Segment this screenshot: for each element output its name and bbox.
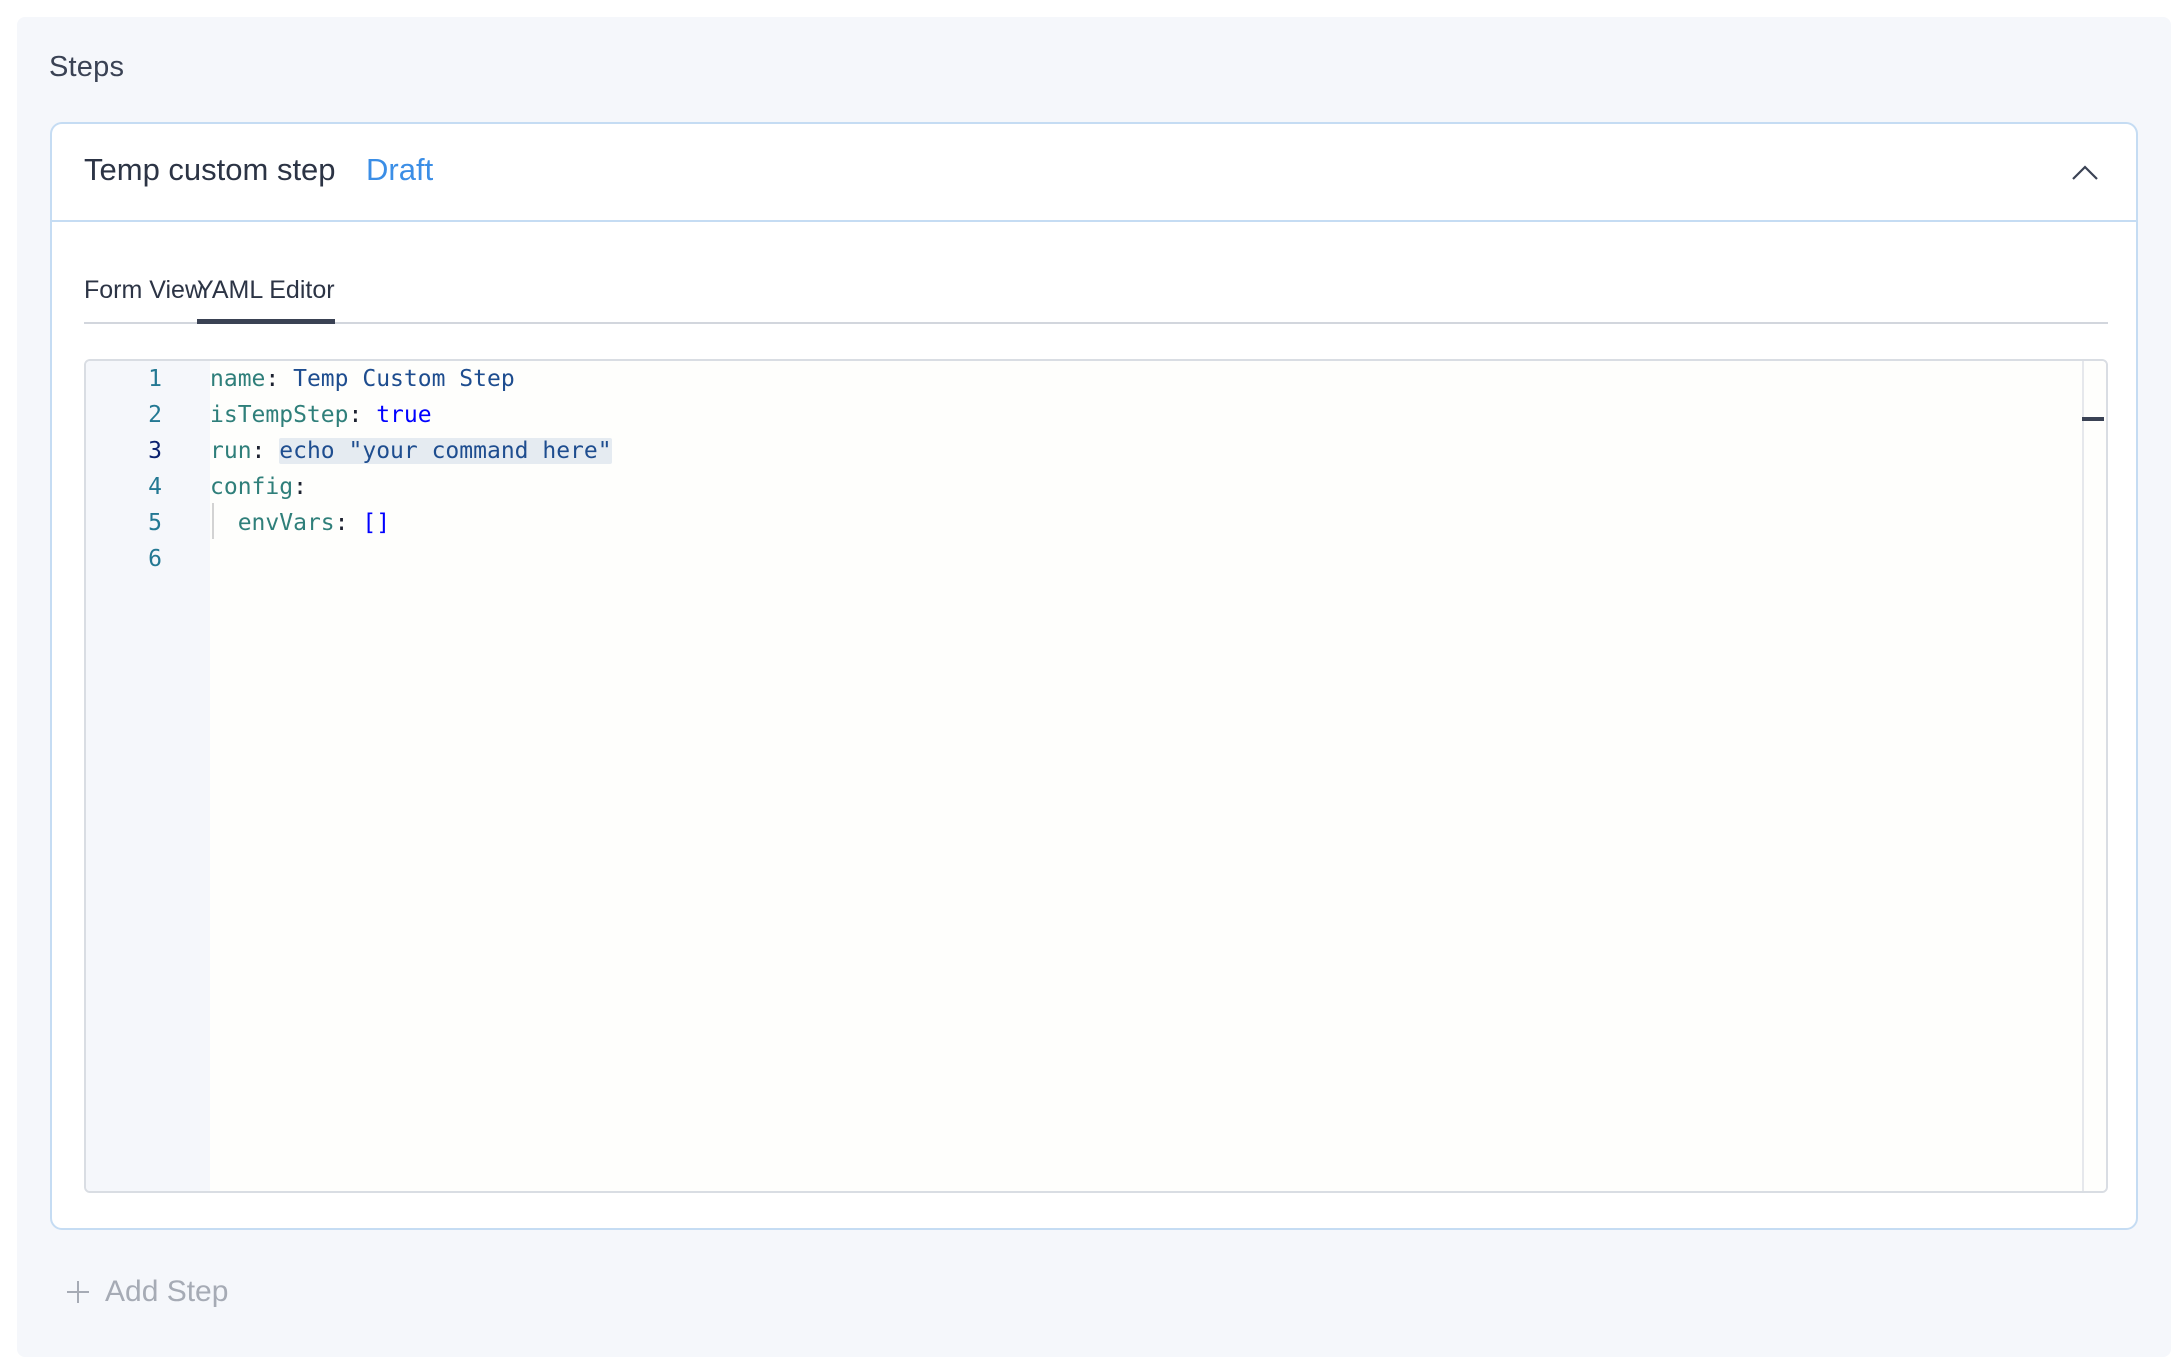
line-number: 2	[148, 402, 162, 428]
yaml-key: envVars	[237, 510, 335, 536]
step-card-header[interactable]: Temp custom step Draft	[52, 124, 2136, 222]
yaml-key: run	[210, 438, 252, 464]
editor-tabs: Form View YAML Editor	[84, 268, 2108, 324]
add-step-label: Add Step	[105, 1275, 229, 1308]
yaml-separator: :	[348, 402, 363, 428]
step-name: Temp custom step	[84, 152, 336, 187]
yaml-separator: :	[251, 438, 266, 464]
section-title: Steps	[49, 51, 125, 83]
yaml-key: name	[210, 366, 266, 392]
code-line: config:	[210, 469, 307, 505]
step-card: Temp custom step Draft Form View YAML Ed…	[50, 122, 2138, 1230]
yaml-separator: :	[265, 366, 280, 392]
cursor-position-marker	[2082, 417, 2104, 421]
line-number-current: 3	[148, 438, 162, 464]
plus-icon	[67, 1281, 89, 1303]
code-line: name: Temp Custom Step	[210, 361, 515, 397]
code-area[interactable]: name: Temp Custom Step isTempStep: true …	[210, 361, 2082, 1191]
line-number: 4	[148, 474, 162, 500]
line-number-gutter: 1 2 3 4 5 6	[86, 361, 210, 1191]
yaml-key: config	[210, 474, 294, 500]
line-number: 1	[148, 366, 162, 392]
steps-panel: Steps Temp custom step Draft Form View Y…	[17, 17, 2171, 1357]
code-line-current: run: echo "your command here"	[210, 433, 612, 469]
collapse-button[interactable]	[2068, 156, 2102, 190]
tab-form-view[interactable]: Form View	[84, 268, 203, 324]
yaml-separator: :	[334, 510, 349, 536]
yaml-editor[interactable]: 1 2 3 4 5 6 name: Temp Custom Step isTem…	[84, 359, 2108, 1193]
yaml-key: isTempStep	[210, 402, 349, 428]
line-number: 6	[148, 546, 162, 572]
yaml-value: true	[376, 402, 432, 428]
step-status-badge: Draft	[366, 152, 434, 187]
chevron-up-icon	[2072, 165, 2098, 180]
yaml-value: []	[362, 510, 391, 536]
code-line: isTempStep: true	[210, 397, 432, 433]
line-number: 5	[148, 510, 162, 536]
yaml-separator: :	[293, 474, 307, 500]
code-line: envVars: []	[210, 505, 390, 541]
add-step-button[interactable]: Add Step	[65, 1272, 228, 1312]
yaml-value: Temp Custom Step	[293, 366, 515, 392]
editor-scrollbar[interactable]	[2082, 361, 2106, 1191]
yaml-value-selected: echo "your command here"	[279, 438, 612, 464]
indent-guide	[212, 503, 214, 539]
tab-yaml-editor[interactable]: YAML Editor	[197, 268, 335, 324]
